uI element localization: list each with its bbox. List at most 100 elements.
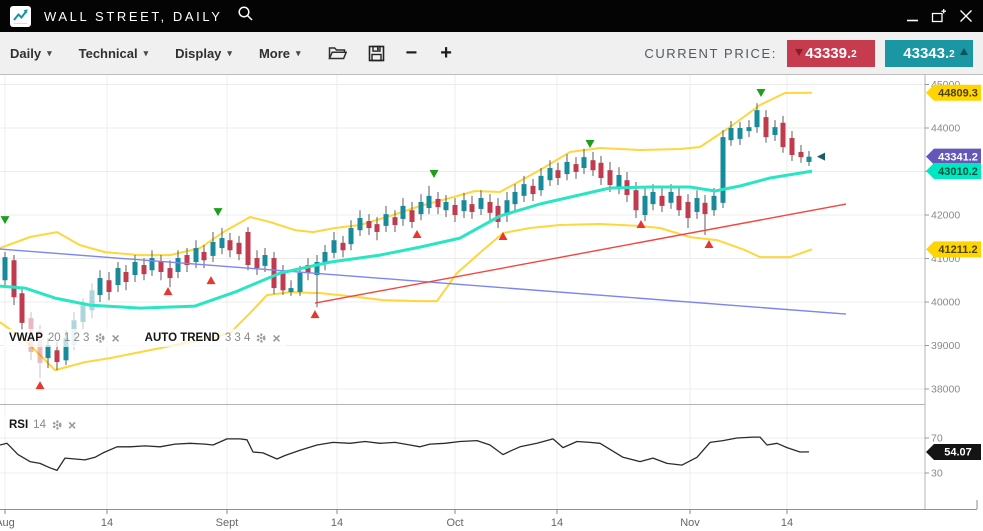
- buy-signal-icon: [311, 310, 320, 318]
- timeframe-menu[interactable]: Daily ▾: [10, 46, 52, 61]
- vwap-settings-gear-icon[interactable]: [94, 332, 106, 344]
- price-axis: 4500044000430004200041000400003900038000…: [925, 79, 960, 480]
- candle: [332, 232, 337, 258]
- candle: [349, 220, 354, 250]
- zoom-in-button[interactable]: +: [440, 43, 452, 63]
- candle: [12, 255, 17, 305]
- close-button[interactable]: [959, 9, 973, 23]
- candle: [150, 250, 155, 276]
- current-price-label: CURRENT PRICE:: [644, 46, 777, 61]
- x-axis-label: Oct: [446, 517, 463, 529]
- rsi-remove-icon[interactable]: ×: [68, 418, 76, 432]
- candle: [228, 233, 233, 257]
- candle: [341, 236, 346, 257]
- candle: [565, 154, 570, 180]
- x-axis-label: Aug: [0, 517, 15, 529]
- candle: [289, 280, 294, 296]
- vwap-indicator-label: VWAP: [9, 332, 43, 344]
- candle: [781, 116, 786, 153]
- candle: [281, 265, 286, 295]
- sell-signal-icon: [430, 170, 439, 178]
- rsi-indicator-label: RSI: [9, 419, 28, 431]
- instrument-title: WALL STREET, DAILY: [44, 9, 223, 24]
- candle: [246, 227, 251, 270]
- chevron-down-icon: ▾: [296, 48, 301, 59]
- rsi-line: [0, 437, 809, 470]
- buy-signal-icon: [413, 230, 422, 238]
- candle: [20, 288, 25, 330]
- candle: [401, 198, 406, 226]
- app-logo-icon: [10, 6, 31, 27]
- buy-price-value: 43343.: [903, 45, 949, 62]
- candle: [790, 131, 795, 161]
- candle: [124, 265, 129, 290]
- auto-trend-settings-gear-icon[interactable]: [255, 332, 267, 344]
- y-axis-label: 38000: [931, 384, 960, 396]
- candle: [358, 210, 363, 236]
- buy-signal-icon: [36, 381, 45, 389]
- rsi-indicator-legend: RSI 14 ×: [4, 416, 81, 434]
- sell-price-decimal: 2: [851, 49, 857, 60]
- candle: [384, 206, 389, 232]
- save-icon[interactable]: [368, 45, 385, 62]
- y-axis-label: 40000: [931, 297, 960, 309]
- candle: [98, 270, 103, 302]
- sell-price-value: 43339.: [805, 45, 851, 62]
- auto-trend-remove-icon[interactable]: ×: [272, 331, 280, 345]
- popout-window-button[interactable]: [931, 9, 947, 23]
- rsi-value-tag-text: 54.07: [944, 447, 972, 459]
- sell-price-button[interactable]: 43339. 2: [787, 40, 875, 67]
- overlay-indicator-legend: VWAP 20 1 2 3 × AUTO TREND 3 3 4 ×: [4, 329, 286, 347]
- candle: [427, 186, 432, 214]
- search-icon[interactable]: [237, 5, 254, 27]
- buy-signal-icon: [164, 287, 173, 295]
- price-tag-text: 41211.2: [938, 244, 977, 256]
- candle: [721, 130, 726, 208]
- candle: [410, 202, 415, 228]
- candle: [556, 163, 561, 185]
- candle: [453, 198, 458, 222]
- minimize-button[interactable]: [906, 10, 919, 23]
- candle: [574, 157, 579, 179]
- candle: [773, 120, 778, 141]
- price-tag-text: 43010.2: [938, 166, 978, 178]
- more-menu-label: More: [259, 46, 290, 61]
- auto-trend-indicator-params: 3 3 4: [225, 332, 251, 344]
- candle: [436, 192, 441, 214]
- candle: [738, 122, 743, 145]
- x-axis-label: Nov: [680, 517, 700, 529]
- y-axis-label: 42000: [931, 210, 960, 222]
- buy-price-button[interactable]: 43343. 2: [885, 40, 973, 67]
- display-menu[interactable]: Display ▾: [175, 46, 232, 61]
- candle: [142, 258, 147, 280]
- candle: [323, 245, 328, 270]
- candle: [660, 188, 665, 212]
- title-bar: WALL STREET, DAILY: [0, 0, 983, 32]
- price-down-arrow-icon: [795, 49, 803, 56]
- vwap-remove-icon[interactable]: ×: [111, 331, 119, 345]
- chevron-down-icon: ▾: [227, 48, 232, 59]
- chevron-down-icon: ▾: [47, 48, 52, 59]
- price-tag-text: 43341.2: [938, 151, 978, 163]
- chart-canvas[interactable]: 4500044000430004200041000400003900038000…: [0, 0, 983, 531]
- technical-menu[interactable]: Technical ▾: [79, 46, 149, 61]
- candle: [116, 262, 121, 292]
- price-tags: 44809.343341.243010.241211.254.07: [926, 85, 981, 460]
- buy-signal-icon: [705, 240, 714, 248]
- sell-signal-icon: [757, 89, 766, 97]
- rsi-indicator-params: 14: [33, 419, 46, 431]
- open-folder-icon[interactable]: [328, 45, 347, 61]
- sell-signal-icon: [586, 140, 595, 148]
- y-axis-label: 44000: [931, 123, 960, 135]
- rsi-axis-label: 70: [931, 433, 943, 445]
- candle: [643, 188, 648, 221]
- candle: [513, 184, 518, 210]
- candle: [3, 252, 8, 288]
- buy-signal-icon: [207, 276, 216, 284]
- rsi-settings-gear-icon[interactable]: [51, 419, 63, 431]
- last-bar-marker: [817, 153, 825, 161]
- candle: [306, 258, 311, 280]
- candle: [479, 190, 484, 215]
- zoom-out-button[interactable]: −: [406, 43, 418, 63]
- more-menu[interactable]: More ▾: [259, 46, 301, 61]
